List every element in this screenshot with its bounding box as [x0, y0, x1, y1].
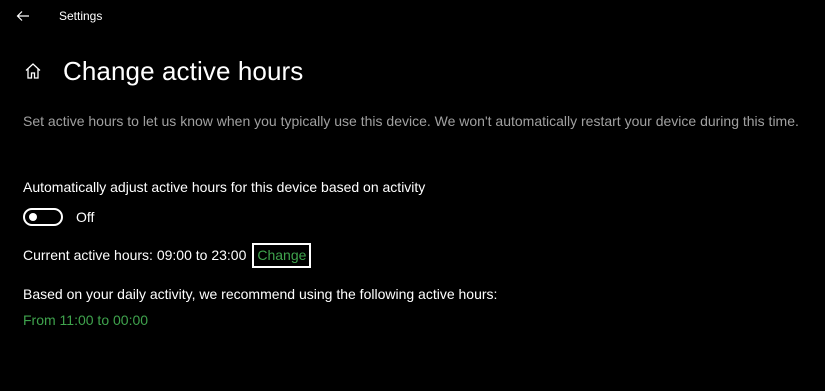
page-description: Set active hours to let us know when you… — [23, 113, 799, 129]
auto-adjust-toggle-row: Off — [23, 206, 94, 228]
page-title: Change active hours — [63, 55, 304, 86]
auto-adjust-label: Automatically adjust active hours for th… — [23, 179, 426, 195]
toggle-state-label: Off — [76, 209, 95, 225]
recommendation-label: Based on your daily activity, we recomme… — [23, 286, 498, 302]
back-button[interactable] — [10, 4, 36, 28]
current-hours-label: Current active hours: 09:00 to 23:00 — [23, 247, 247, 263]
page-header: Change active hours — [22, 52, 303, 90]
current-hours-row: Current active hours: 09:00 to 23:00 Cha… — [23, 242, 312, 268]
app-title: Settings — [59, 9, 103, 23]
home-icon — [25, 63, 41, 79]
toggle-knob — [29, 213, 37, 221]
auto-adjust-toggle[interactable] — [23, 208, 63, 226]
home-button[interactable] — [22, 60, 44, 82]
back-arrow-icon — [16, 11, 29, 21]
recommended-hours-link[interactable]: From 11:00 to 00:00 — [23, 312, 148, 328]
change-link[interactable]: Change — [252, 242, 312, 268]
title-bar: Settings — [0, 0, 825, 32]
